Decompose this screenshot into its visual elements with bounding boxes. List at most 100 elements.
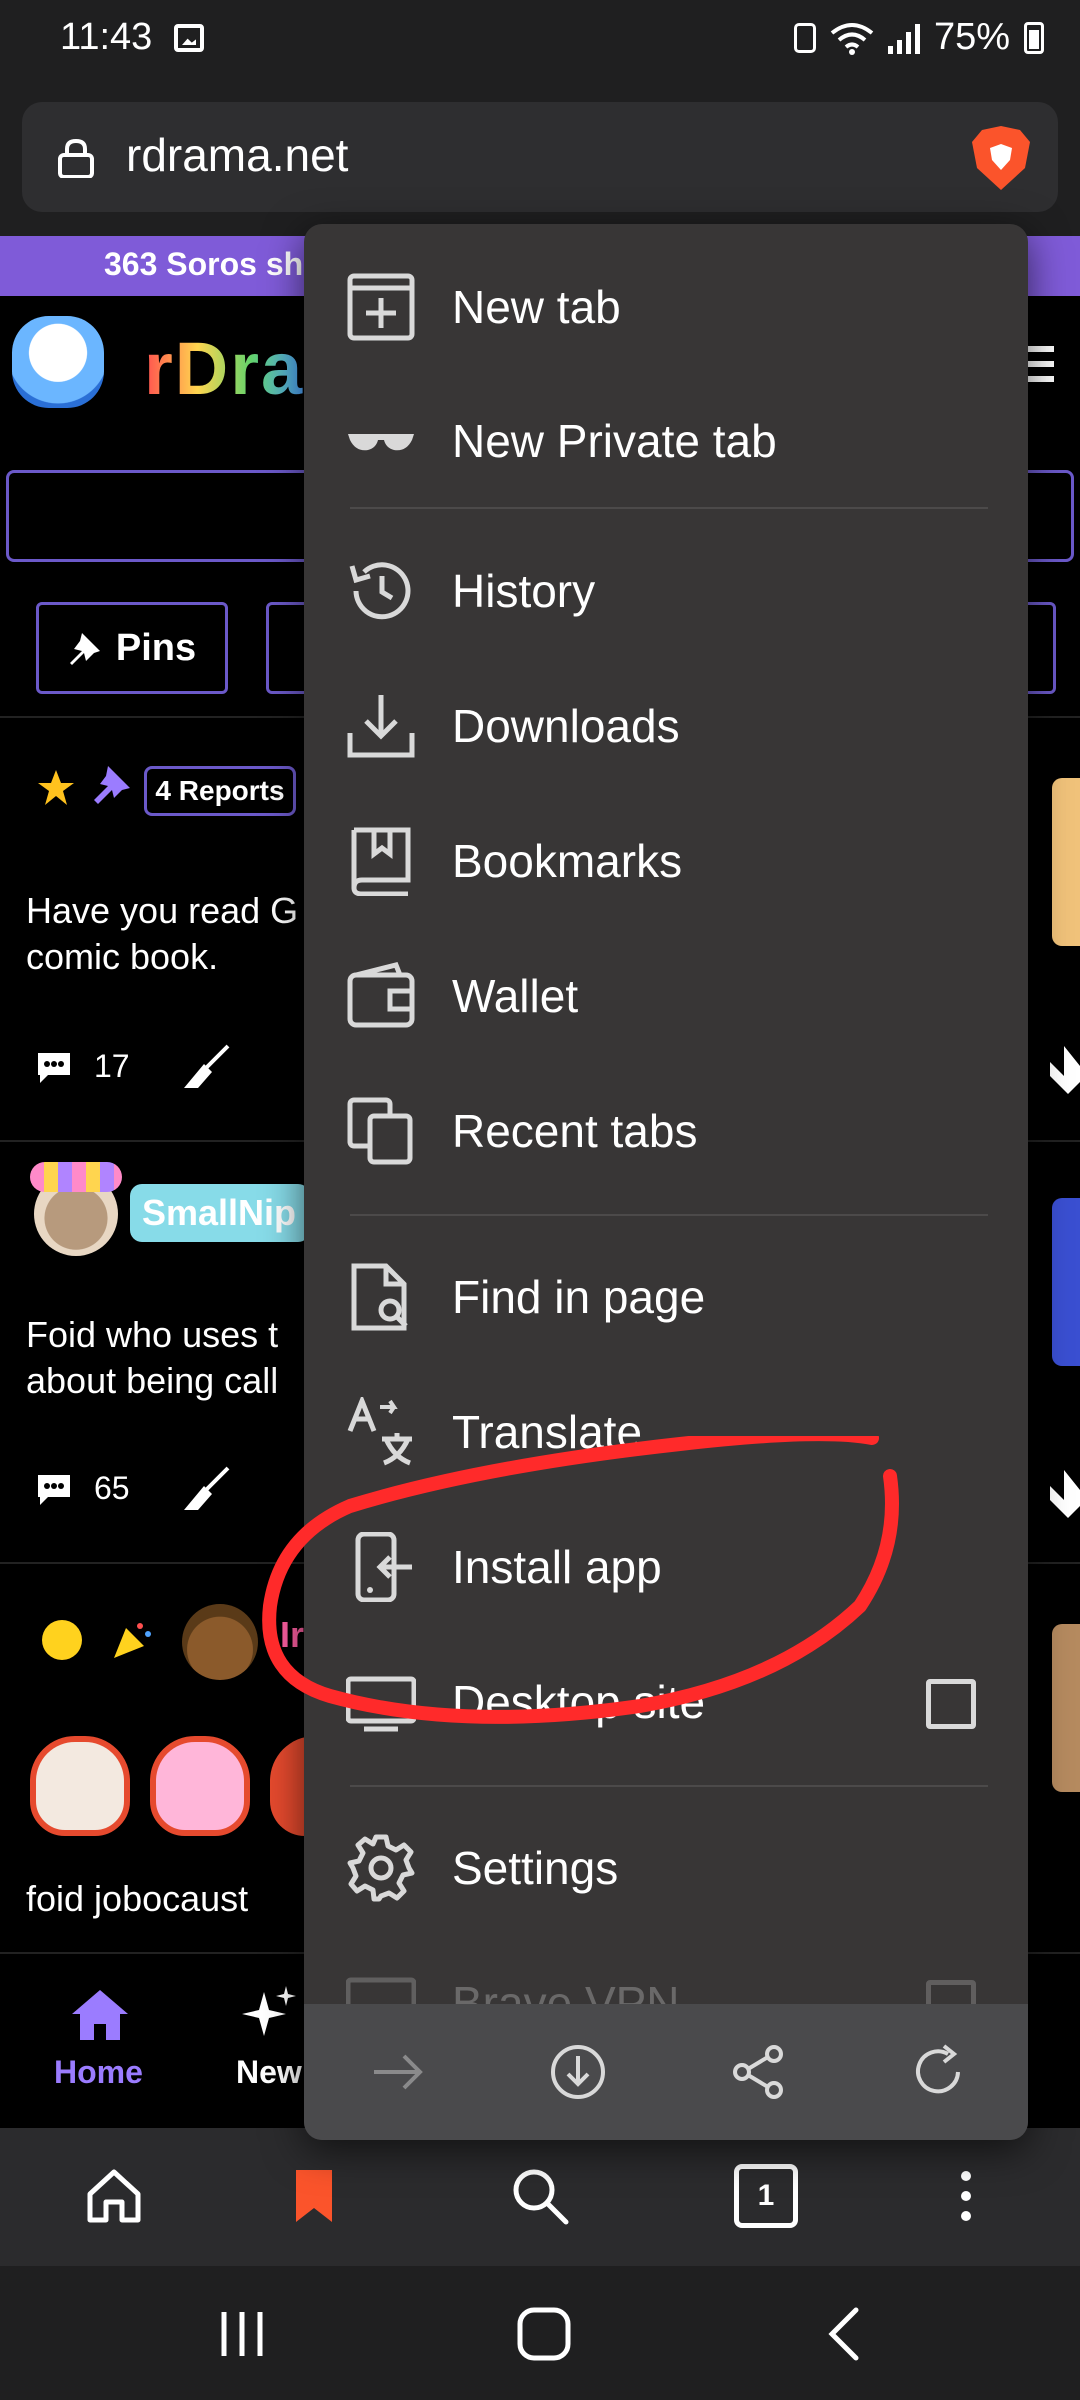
downvote-arrow-icon[interactable] (1050, 1470, 1080, 1520)
menu-item-wallet[interactable]: Wallet (304, 929, 1028, 1063)
menu-item-settings[interactable]: Settings (304, 1801, 1028, 1935)
menu-item-install-app[interactable]: Install app (304, 1500, 1028, 1634)
home-icon[interactable] (70, 1988, 130, 2042)
cat-emote-icon (30, 1736, 130, 1836)
bookmark-icon[interactable] (282, 2164, 346, 2228)
battery-percent: 75% (933, 16, 1010, 58)
broom-icon[interactable] (182, 1466, 230, 1514)
system-navigation-bar (0, 2266, 1080, 2400)
wallet-icon (347, 962, 415, 1028)
brave-shields-icon[interactable] (970, 124, 1032, 192)
post-text[interactable]: Foid who uses t (26, 1312, 278, 1358)
menu-item-history[interactable]: History (304, 524, 1028, 658)
gallery-notification-icon (174, 24, 204, 52)
comments-count[interactable]: 65 (34, 1470, 130, 1507)
desktop-site-checkbox[interactable] (926, 1679, 976, 1729)
download-icon (347, 695, 415, 758)
username-badge[interactable]: SmallNip (130, 1184, 310, 1242)
banner-text: 363 Soros shi (104, 246, 313, 282)
menu-item-new-tab[interactable]: New tab (304, 240, 1028, 374)
menu-item-label: Downloads (452, 700, 680, 752)
menu-item-find-in-page[interactable]: Find in page (304, 1230, 1028, 1364)
menu-item-label: Install app (452, 1541, 662, 1593)
menu-divider (350, 507, 988, 509)
pinned-star-icon (38, 770, 74, 805)
address-bar[interactable]: rdrama.net (22, 102, 1058, 212)
downvote-arrow-icon[interactable] (1050, 1046, 1080, 1096)
recent-tabs-icon (347, 1097, 413, 1165)
pin-icon (94, 766, 130, 804)
menu-item-new-private-tab[interactable]: New Private tab (304, 374, 1028, 508)
status-icons: 75% (793, 16, 1044, 59)
signal-icon (887, 22, 920, 54)
reports-badge[interactable]: 4 Reports (144, 766, 296, 816)
post-thumbnail[interactable] (1052, 1624, 1080, 1792)
broom-icon[interactable] (182, 1044, 230, 1092)
download-circle-icon[interactable] (548, 2042, 608, 2102)
username-text[interactable]: Ir (280, 1614, 304, 1656)
sparkle-icon[interactable] (240, 1984, 298, 2042)
post-text[interactable]: Have you read G (26, 888, 298, 934)
browser-overflow-menu: New tab New Private tab History Download… (304, 224, 1028, 2140)
menu-item-desktop-site[interactable]: Desktop site (304, 1635, 1028, 1769)
menu-item-label: Translate (452, 1406, 643, 1458)
post-thumbnail[interactable] (1052, 1198, 1080, 1366)
avatar-flower-crown (30, 1162, 122, 1192)
menu-action-row (304, 2004, 1028, 2140)
post-thumbnail[interactable] (1052, 778, 1080, 946)
nav-new-label[interactable]: New (236, 2054, 302, 2091)
menu-divider (350, 1785, 988, 1787)
site-mascot-logo[interactable] (12, 316, 104, 408)
nav-home-label[interactable]: Home (54, 2054, 143, 2091)
forward-arrow-icon[interactable] (368, 2042, 428, 2102)
cat-emote-icon (150, 1736, 250, 1836)
post-text[interactable]: foid jobocaust (26, 1876, 248, 1922)
comment-bubble-icon (38, 1052, 70, 1083)
menu-item-label: Wallet (452, 970, 579, 1022)
pins-button[interactable]: Pins (36, 602, 228, 694)
home-icon[interactable] (82, 2164, 146, 2228)
menu-item-label: Bookmarks (452, 835, 683, 887)
search-icon[interactable] (508, 2164, 572, 2228)
user-avatar[interactable] (182, 1604, 258, 1680)
lock-icon[interactable] (56, 138, 96, 178)
pin-icon (69, 633, 100, 665)
status-time: 11:43 (60, 16, 153, 58)
menu-item-label: New Private tab (452, 415, 777, 467)
menu-item-translate[interactable]: Translate (304, 1365, 1028, 1499)
battery-icon (1024, 21, 1044, 54)
tab-switcher-button[interactable]: 1 (734, 2164, 798, 2228)
wifi-icon (830, 22, 874, 55)
menu-item-downloads[interactable]: Downloads (304, 659, 1028, 793)
party-popper-icon (114, 1623, 151, 1658)
comments-count[interactable]: 17 (34, 1048, 130, 1085)
lock-notification-icon (793, 22, 816, 53)
comments-count-text: 65 (94, 1470, 130, 1506)
comment-bubble-icon (38, 1474, 70, 1505)
hamburger-menu-icon[interactable] (1026, 346, 1054, 390)
history-icon (349, 562, 411, 620)
gear-icon (347, 1834, 415, 1902)
menu-divider (350, 1214, 988, 1216)
desktop-icon (346, 1676, 416, 1732)
pins-label: Pins (115, 626, 197, 669)
post-text[interactable]: comic book. (26, 934, 218, 980)
recent-apps-icon[interactable] (212, 2306, 272, 2362)
private-glasses-icon (348, 434, 414, 451)
tab-count: 1 (757, 2179, 775, 2212)
browser-bottom-bar: 1 (0, 2128, 1080, 2266)
menu-item-recent-tabs[interactable]: Recent tabs (304, 1064, 1028, 1198)
site-logo-text[interactable]: rDra (144, 326, 304, 411)
share-icon[interactable] (728, 2042, 788, 2102)
bookmarks-icon (351, 827, 411, 896)
reload-icon[interactable] (908, 2042, 968, 2102)
back-icon[interactable] (816, 2306, 876, 2362)
home-button-icon[interactable] (514, 2306, 574, 2362)
install-app-icon (355, 1532, 412, 1602)
menu-item-label: Recent tabs (452, 1105, 698, 1157)
url-text[interactable]: rdrama.net (126, 128, 348, 182)
post-text[interactable]: about being call (26, 1358, 278, 1404)
menu-item-bookmarks[interactable]: Bookmarks (304, 794, 1028, 928)
more-vertical-icon[interactable] (934, 2164, 998, 2228)
find-in-page-icon (351, 1263, 408, 1331)
